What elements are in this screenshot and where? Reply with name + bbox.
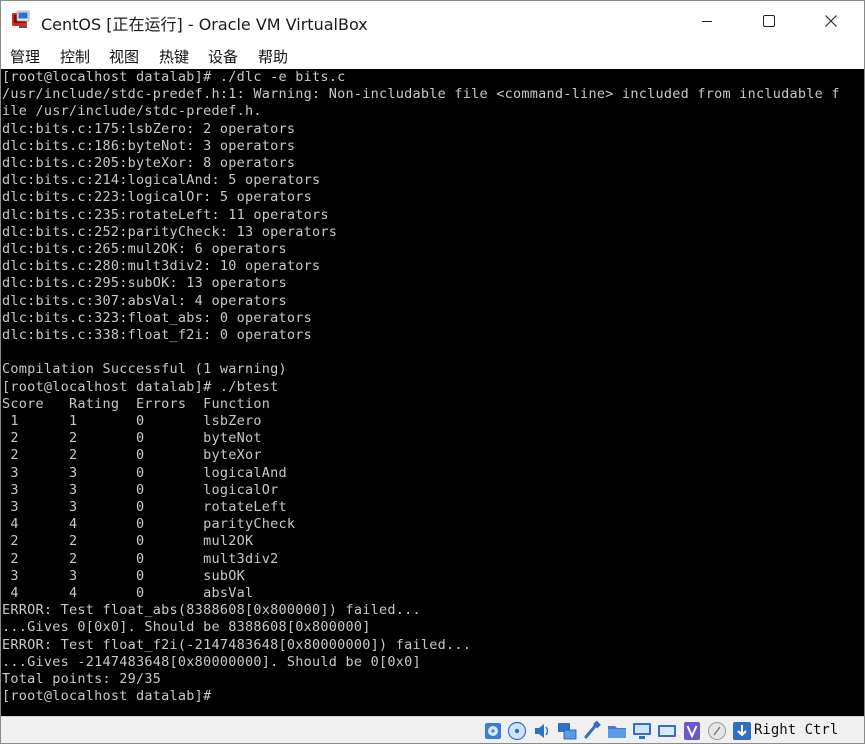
terminal-line: 4 4 0 absVal	[2, 585, 254, 601]
maximize-icon	[763, 15, 775, 27]
terminal-line: ile /usr/include/stdc-predef.h.	[2, 103, 262, 120]
virtualbox-window: CentOS [正在运行] - Oracle VM VirtualBox 管理 …	[0, 0, 865, 744]
terminal-line: 3 3 0 subOK	[2, 567, 245, 584]
menu-help[interactable]: 帮助	[258, 46, 288, 67]
terminal-line: Total points: 29/35	[2, 671, 162, 687]
title-bar[interactable]: CentOS [正在运行] - Oracle VM VirtualBox	[1, 1, 864, 41]
menu-manage[interactable]: 管理	[10, 46, 40, 67]
minimize-icon	[702, 21, 712, 22]
terminal-line: 4 4 0 parityCheck	[2, 516, 296, 533]
usb-icon[interactable]	[581, 720, 603, 742]
terminal-line: dlc:bits.c:323:float_abs: 0 operators	[2, 309, 312, 326]
menu-control[interactable]: 控制	[60, 46, 90, 67]
terminal-line: dlc:bits.c:175:lsbZero: 2 operators	[2, 120, 296, 137]
terminal-line: [root@localhost datalab]# ./dlc -e bits.…	[2, 69, 346, 85]
terminal-line: Score Rating Errors Function	[2, 395, 271, 412]
terminal-line: /usr/include/stdc-predef.h:1: Warning: N…	[2, 86, 840, 103]
terminal-line: dlc:bits.c:223:logicalOr: 5 operators	[2, 189, 312, 206]
terminal-line: [root@localhost datalab]#	[2, 688, 220, 705]
terminal-line: dlc:bits.c:307:absVal: 4 operators	[2, 292, 287, 309]
terminal-line: dlc:bits.c:214:logicalAnd: 5 operators	[2, 172, 321, 189]
terminal-line: dlc:bits.c:280:mult3div2: 10 operators	[2, 258, 321, 275]
terminal-line: ERROR: Test float_abs(8388608[0x800000])…	[2, 602, 421, 619]
vm-console-screen[interactable]: [root@localhost datalab]# ./dlc -e bits.…	[1, 69, 864, 716]
optical-drive-icon[interactable]	[506, 720, 528, 742]
terminal-line: [root@localhost datalab]# ./btest	[2, 378, 279, 395]
terminal-line: 2 2 0 mul2OK	[2, 533, 254, 550]
network-icon[interactable]	[556, 720, 578, 742]
terminal-line: dlc:bits.c:205:byteXor: 8 operators	[2, 155, 296, 171]
mouse-integration-icon[interactable]	[706, 720, 728, 742]
status-bar: Right Ctrl	[1, 716, 864, 743]
minimize-button[interactable]	[684, 1, 730, 41]
display-icon[interactable]	[631, 720, 653, 742]
terminal-line: dlc:bits.c:338:float_f2i: 0 operators	[2, 327, 312, 343]
window-title: CentOS [正在运行] - Oracle VM VirtualBox	[41, 15, 368, 34]
terminal-line: 3 3 0 logicalOr	[2, 481, 279, 498]
terminal-line: dlc:bits.c:235:rotateLeft: 11 operators	[2, 206, 329, 223]
terminal-line: 3 3 0 rotateLeft	[2, 499, 287, 515]
terminal-line: dlc:bits.c:295:subOK: 13 operators	[2, 275, 287, 292]
terminal-line: 3 3 0 logicalAnd	[2, 464, 287, 481]
host-key-label: Right Ctrl	[754, 722, 839, 738]
keyboard-capture-icon[interactable]	[731, 720, 753, 742]
audio-icon[interactable]	[531, 720, 553, 742]
terminal-line: 2 2 0 byteNot	[2, 430, 262, 447]
menu-bar: 管理 控制 视图 热键 设备 帮助	[1, 41, 864, 69]
terminal-line: ...Gives -2147483648[0x80000000]. Should…	[2, 653, 421, 670]
terminal-line: dlc:bits.c:186:byteNot: 3 operators	[2, 137, 296, 154]
terminal-line: dlc:bits.c:252:parityCheck: 13 operators	[2, 223, 338, 240]
terminal-line: dlc:bits.c:265:mul2OK: 6 operators	[2, 241, 287, 257]
terminal-line: 1 1 0 lsbZero	[2, 413, 262, 429]
virtualbox-icon	[12, 10, 30, 28]
terminal-line: 2 2 0 byteXor	[2, 447, 262, 464]
video-capture-icon[interactable]	[656, 720, 678, 742]
terminal-line: ERROR: Test float_f2i(-2147483648[0x8000…	[2, 636, 472, 653]
close-icon	[825, 15, 837, 27]
menu-view[interactable]: 视图	[109, 46, 139, 67]
hard-disk-icon[interactable]	[482, 720, 504, 742]
shared-folders-icon[interactable]	[606, 720, 628, 742]
close-button[interactable]	[808, 1, 854, 41]
menu-devices[interactable]: 设备	[208, 46, 238, 67]
terminal-line: ...Gives 0[0x0]. Should be 8388608[0x800…	[2, 619, 371, 636]
cpu-virtualization-icon[interactable]	[681, 720, 703, 742]
terminal-line: Compilation Successful (1 warning)	[2, 361, 287, 378]
menu-hotkeys[interactable]: 热键	[159, 46, 189, 67]
maximize-button[interactable]	[746, 1, 792, 41]
terminal-line: 2 2 0 mult3div2	[2, 550, 279, 567]
